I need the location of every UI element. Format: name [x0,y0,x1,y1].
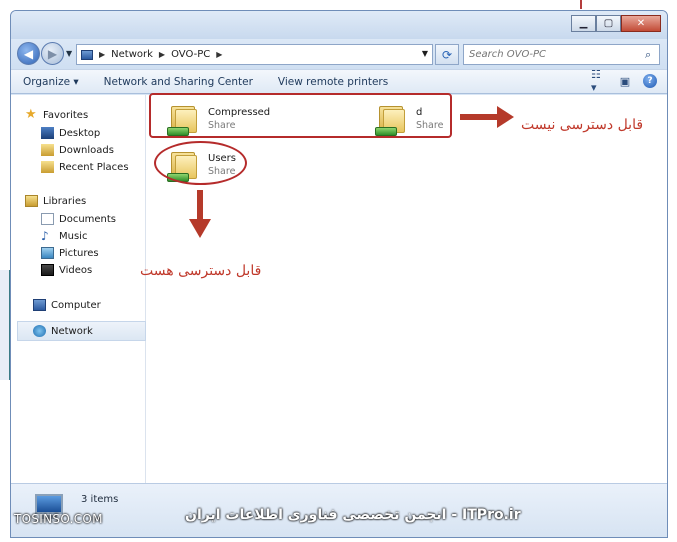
watermark-right: ITPro.ir - انجمن تخصصی فناوری اطلاعات ای… [185,507,521,523]
arrow-down-icon [189,190,211,238]
annotation-arrows [189,106,514,238]
annotation-not-accessible: قابل دسترسی نیست [521,117,644,133]
arrow-right-icon [460,106,514,128]
annotation-accessible: قابل دسترسی هست [140,263,262,279]
watermark-left: TOSINSO.COM [14,512,103,526]
